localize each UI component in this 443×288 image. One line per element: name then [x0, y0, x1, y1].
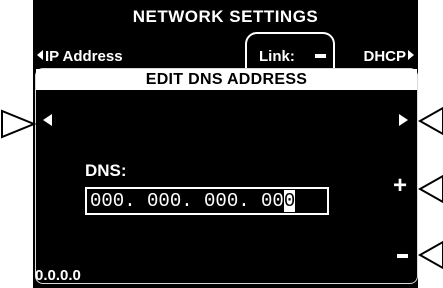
decrement-callout-icon: [418, 240, 443, 270]
dns-address-value: 000. 000. 000. 000: [90, 189, 296, 213]
link-status-dash-icon: [315, 54, 326, 58]
dialog-title: EDIT DNS ADDRESS: [36, 69, 417, 90]
tab-ip-address-label: IP Address: [45, 48, 123, 65]
decrement-button[interactable]: [397, 254, 408, 258]
next-digit-button[interactable]: [399, 114, 408, 126]
device-screen: NETWORK SETTINGS IP Address DHCP Link: E…: [33, 0, 418, 288]
status-address: 0.0.0.0: [35, 267, 81, 284]
dns-address-field[interactable]: 000. 000. 000. 000: [85, 187, 329, 215]
tab-row: IP Address DHCP: [33, 48, 418, 68]
prev-digit-button[interactable]: [43, 114, 52, 126]
increment-callout-icon: [418, 174, 443, 204]
dns-field-label: DNS:: [85, 161, 127, 180]
dns-address-digits: 000. 000. 000. 00: [90, 190, 284, 212]
next-callout-icon: [418, 106, 443, 136]
tab-dhcp[interactable]: DHCP: [363, 48, 414, 65]
digit-cursor: 0: [283, 190, 296, 212]
chevron-right-icon: [408, 50, 414, 60]
prev-callout-icon: [0, 109, 36, 139]
increment-button[interactable]: +: [393, 174, 407, 198]
tab-ip-address[interactable]: IP Address: [37, 48, 123, 65]
tab-dhcp-label: DHCP: [363, 48, 406, 65]
chevron-left-icon: [37, 50, 43, 60]
tab-link[interactable]: Link:: [259, 48, 295, 65]
screen-title: NETWORK SETTINGS: [132, 7, 319, 26]
